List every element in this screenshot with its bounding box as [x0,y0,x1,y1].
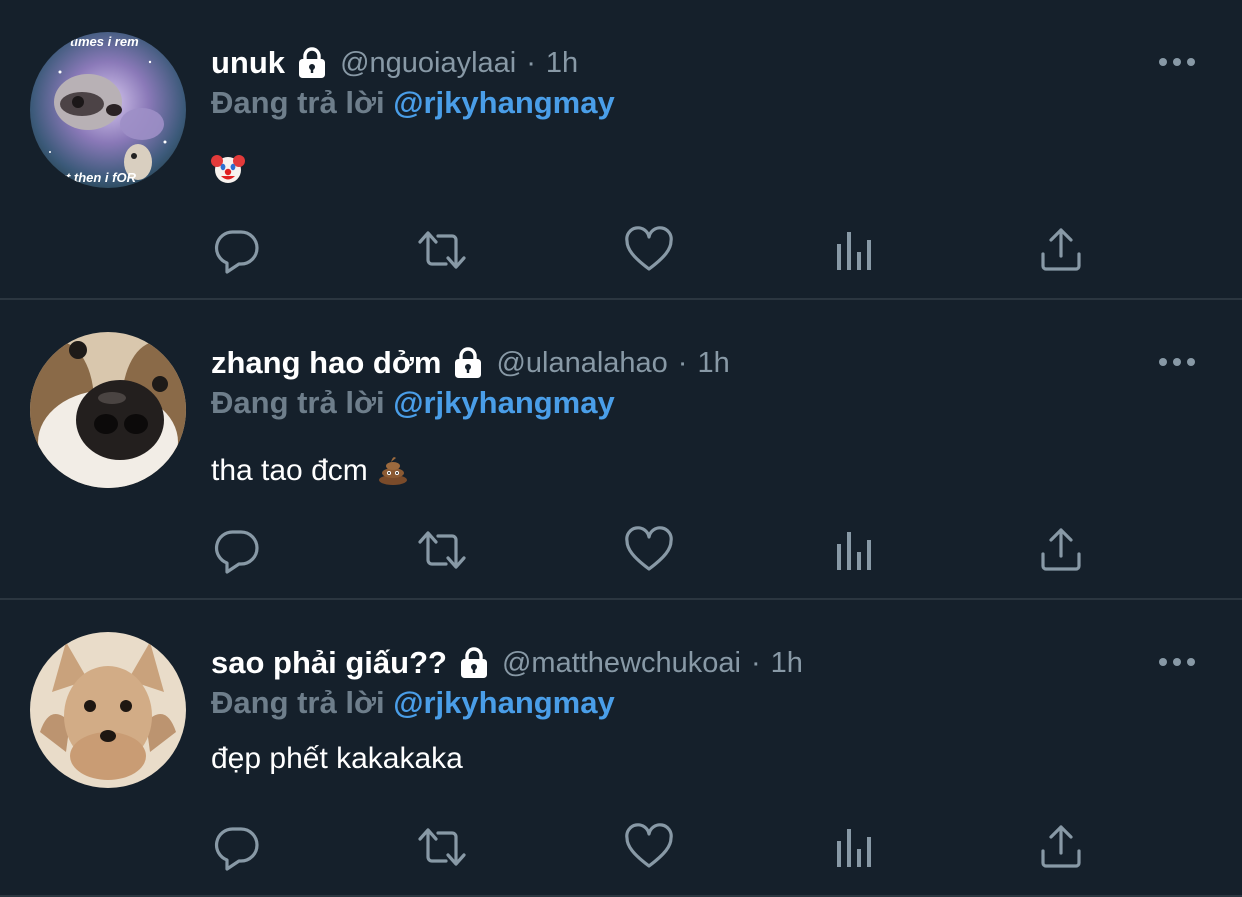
avatar-image: times i rem ut then i fOR [30,32,186,188]
avatar-caption-bottom: ut then i fOR [58,170,137,185]
retweet-icon [418,828,466,866]
replying-to-label: Đang trả lời [211,385,385,420]
separator-dot: · [526,46,536,79]
avatar[interactable]: times i rem ut then i fOR [30,32,186,188]
tweet-header: unuk @nguoiaylaai · 1h [211,40,578,86]
reply-button[interactable] [211,524,263,576]
retweet-icon [418,231,466,269]
display-name[interactable]: unuk [211,45,285,81]
like-button[interactable] [623,224,675,276]
share-icon [1041,528,1081,571]
more-icon [1159,658,1195,666]
analytics-button[interactable] [829,821,881,873]
tweet-header: sao phải giấu?? @matthewchukoai · 1h [211,640,803,686]
replying-to: Đang trả lời @rjkyhangmay [211,85,615,121]
retweet-button[interactable] [416,224,468,276]
tweet-text: tha tao đcm [211,452,410,494]
analytics-button[interactable] [829,524,881,576]
tweet-actions [211,524,1091,576]
tweet-text-content: tha tao đcm [211,454,368,487]
more-options-button[interactable] [1156,50,1198,74]
tweet-text [211,152,245,194]
avatar-image [30,332,186,488]
timestamp[interactable]: 1h [546,47,578,80]
like-icon [625,526,673,571]
timestamp[interactable]: 1h [771,647,803,680]
tweet-header: zhang hao dởm @ulanalahao · 1h [211,340,730,386]
more-options-button[interactable] [1156,650,1198,674]
tweet-actions [211,224,1091,276]
tweet[interactable]: sao phải giấu?? @matthewchukoai · 1h Đan… [0,600,1242,897]
tweet[interactable]: zhang hao dởm @ulanalahao · 1h Đang trả … [0,300,1242,600]
tweet[interactable]: times i rem ut then i fOR unuk @nguoiayl… [0,0,1242,300]
display-name[interactable]: sao phải giấu?? [211,645,447,681]
like-button[interactable] [623,524,675,576]
avatar-caption-top: times i rem [70,34,139,49]
retweet-button[interactable] [416,524,468,576]
analytics-icon [837,829,871,867]
separator-dot: · [677,346,688,379]
reply-mention-link[interactable]: @rjkyhangmay [393,385,614,420]
lock-icon [456,645,492,681]
user-handle[interactable]: @nguoiaylaai [340,47,516,80]
analytics-button[interactable] [829,224,881,276]
more-icon [1159,358,1195,366]
share-icon [1041,825,1081,868]
share-button[interactable] [1035,224,1087,276]
tweet-actions [211,821,1091,873]
reply-icon [214,230,259,274]
like-icon [625,823,673,868]
tweet-text-content: đẹp phết kakakaka [211,742,463,775]
reply-mention-link[interactable]: @rjkyhangmay [393,685,614,720]
tweet-text: đẹp phết kakakaka [211,742,463,776]
avatar[interactable] [30,332,186,488]
avatar[interactable] [30,632,186,788]
avatar-image [30,632,186,788]
tweet-feed: times i rem ut then i fOR unuk @nguoiayl… [0,0,1242,897]
replying-to: Đang trả lời @rjkyhangmay [211,385,615,421]
reply-icon [214,530,259,574]
analytics-icon [837,232,871,270]
reply-button[interactable] [211,821,263,873]
reply-mention-link[interactable]: @rjkyhangmay [393,85,614,120]
retweet-button[interactable] [416,821,468,873]
more-icon [1159,58,1195,66]
separator-dot: · [750,646,761,679]
timestamp[interactable]: 1h [697,347,729,380]
share-button[interactable] [1035,821,1087,873]
replying-to-label: Đang trả lời [211,85,385,120]
pile-of-poo-emoji-icon [376,452,410,494]
replying-to-label: Đang trả lời [211,685,385,720]
user-handle[interactable]: @ulanalahao [496,347,667,380]
reply-icon [214,827,259,871]
clown-face-emoji-icon [211,152,245,194]
like-icon [625,226,673,271]
retweet-icon [418,531,466,569]
lock-icon [294,45,330,81]
like-button[interactable] [623,821,675,873]
share-button[interactable] [1035,524,1087,576]
user-handle[interactable]: @matthewchukoai [502,647,741,680]
more-options-button[interactable] [1156,350,1198,374]
replying-to: Đang trả lời @rjkyhangmay [211,685,615,721]
share-icon [1041,228,1081,271]
reply-button[interactable] [211,224,263,276]
lock-icon [450,345,486,381]
display-name[interactable]: zhang hao dởm [211,345,441,381]
analytics-icon [837,532,871,570]
